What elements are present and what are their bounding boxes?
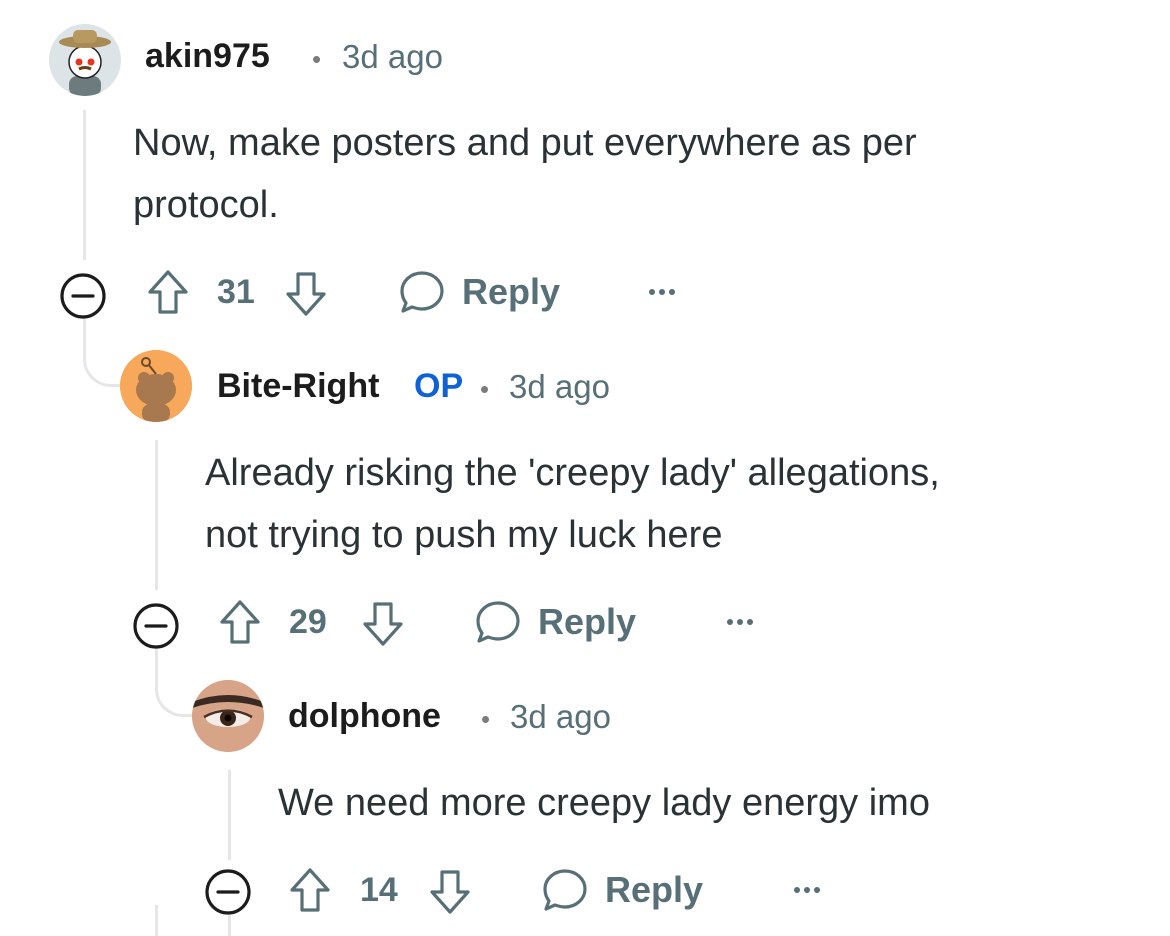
speech-bubble-icon [474, 598, 522, 646]
comment-body-line: Now, make posters and put everywhere as … [133, 122, 917, 164]
op-badge: OP [414, 367, 464, 405]
thread-line-2 [155, 440, 158, 590]
comment-username[interactable]: akin975 [145, 37, 270, 76]
eye-photo-avatar-icon [192, 680, 264, 752]
reply-label: Reply [538, 601, 637, 642]
thread-line-3 [228, 770, 231, 860]
avatar[interactable] [192, 680, 264, 752]
vote-count: 31 [217, 273, 255, 311]
thread-elbow-1 [83, 318, 126, 387]
comment-body-line: We need more creepy lady energy imo [278, 782, 930, 824]
comment-username[interactable]: dolphone [288, 697, 441, 736]
upvote-arrow-icon[interactable] [146, 268, 190, 316]
collapse-minus-icon[interactable] [58, 271, 108, 321]
reply-button[interactable]: Reply [474, 598, 636, 646]
comment-timestamp[interactable]: 3d ago [342, 38, 443, 76]
upvote-arrow-icon[interactable] [218, 598, 262, 646]
collapse-minus-icon[interactable] [203, 867, 253, 917]
reply-label: Reply [605, 869, 704, 910]
downvote-arrow-icon[interactable] [428, 868, 472, 916]
vote-count: 14 [360, 871, 398, 909]
reply-button[interactable]: Reply [398, 268, 560, 316]
snoo-cowboy-avatar-icon [49, 24, 121, 96]
thread-line-1 [83, 110, 86, 260]
meta-separator: • [481, 704, 491, 734]
comment-body: Already risking the 'creepy lady' allega… [205, 442, 940, 566]
more-options-icon[interactable] [724, 612, 756, 632]
speech-bubble-icon [541, 866, 589, 914]
more-options-icon[interactable] [791, 880, 823, 900]
reply-label: Reply [462, 271, 561, 312]
more-options-icon[interactable] [646, 282, 678, 302]
comment-body: Now, make posters and put everywhere as … [133, 112, 917, 236]
comment-body-line: not trying to push my luck here [205, 514, 723, 556]
comment-username[interactable]: Bite-Right [217, 367, 379, 406]
thread-elbow-2 [155, 648, 198, 717]
reply-button[interactable]: Reply [541, 866, 703, 914]
upvote-arrow-icon[interactable] [288, 866, 332, 914]
comment-timestamp[interactable]: 3d ago [510, 698, 611, 736]
meta-separator: • [312, 44, 322, 74]
collapse-minus-icon[interactable] [131, 601, 181, 651]
comment-body-line: Already risking the 'creepy lady' allega… [205, 452, 940, 494]
thread-line-2-continued [155, 905, 158, 936]
comment-body-line: protocol. [133, 184, 279, 226]
snoo-orange-avatar-icon [120, 350, 192, 422]
avatar[interactable] [120, 350, 192, 422]
meta-separator: • [480, 374, 490, 404]
thread-line-3-continued [228, 915, 231, 936]
vote-count: 29 [289, 603, 327, 641]
speech-bubble-icon [398, 268, 446, 316]
downvote-arrow-icon[interactable] [284, 270, 328, 318]
avatar[interactable] [49, 24, 121, 96]
comment-body: We need more creepy lady energy imo [278, 772, 930, 834]
comment-timestamp[interactable]: 3d ago [509, 368, 610, 406]
downvote-arrow-icon[interactable] [361, 600, 405, 648]
